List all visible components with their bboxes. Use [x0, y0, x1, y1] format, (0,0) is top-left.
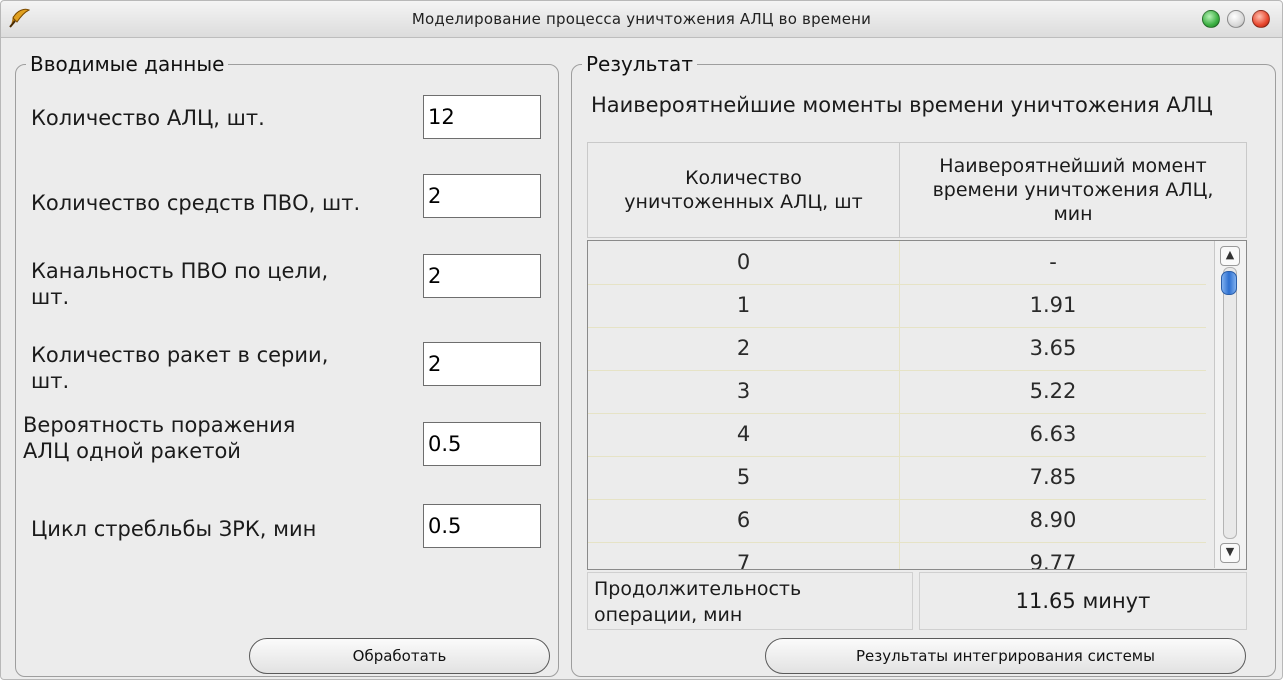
integration-results-button[interactable]: Результаты интегрирования системы — [765, 638, 1246, 674]
cell-count: 5 — [588, 456, 900, 499]
cell-count: 1 — [588, 284, 900, 327]
fire-cycle-label: Цикл стребльбы ЗРК, мин — [31, 517, 317, 541]
column-header-time-line1: Наивероятнейший момент — [939, 155, 1207, 177]
title-bar[interactable]: Моделирование процесса уничтожения АЛЦ в… — [1, 1, 1282, 38]
cell-time: 3.65 — [1029, 336, 1077, 360]
channel-capacity-label: Канальность ПВО по цели, шт. — [31, 258, 328, 310]
missiles-per-salvo-label-line2: шт. — [31, 369, 70, 393]
kill-probability-input[interactable] — [423, 422, 541, 466]
results-table[interactable]: 0 - 1 1.91 2 3.65 3 5.22 4 6.63 5 7.85 6… — [587, 240, 1247, 570]
cell-count: 2 — [588, 327, 900, 370]
window-title: Моделирование процесса уничтожения АЛЦ в… — [411, 10, 872, 28]
cell-time: 5.22 — [1029, 379, 1077, 403]
table-row[interactable]: 2 3.65 — [588, 327, 1206, 371]
minimize-button[interactable] — [1227, 10, 1245, 28]
table-row[interactable]: 0 - — [588, 241, 1206, 285]
table-row[interactable]: 7 9.77 — [588, 542, 1206, 570]
cell-count: 0 — [588, 241, 900, 284]
scrollbar-track[interactable] — [1223, 267, 1237, 539]
table-row[interactable]: 5 7.85 — [588, 456, 1206, 500]
results-heading: Наивероятнейшие моменты времени уничтоже… — [591, 93, 1213, 117]
column-header-time-line2: времени уничтожения АЛЦ, — [932, 179, 1214, 201]
scroll-down-arrow-icon[interactable]: ▼ — [1220, 543, 1240, 563]
table-row[interactable]: 4 6.63 — [588, 413, 1206, 457]
table-row[interactable]: 1 1.91 — [588, 284, 1206, 328]
input-group-title: Вводимые данные — [26, 51, 229, 77]
missiles-per-salvo-label-line1: Количество ракет в серии, — [31, 343, 329, 367]
channel-capacity-input[interactable] — [423, 254, 541, 298]
operation-duration-label-line2: операции, мин — [594, 604, 743, 626]
column-header-time[interactable]: Наивероятнейший момент времени уничтожен… — [900, 143, 1246, 237]
process-button[interactable]: Обработать — [249, 638, 550, 674]
column-header-count-line1: Количество — [685, 167, 802, 189]
cell-time: 9.77 — [1029, 551, 1077, 570]
cell-time: 8.90 — [1029, 508, 1077, 532]
main-window: Моделирование процесса уничтожения АЛЦ в… — [0, 0, 1283, 680]
maximize-button[interactable] — [1202, 10, 1220, 28]
column-header-count-line2: уничтоженных АЛЦ, шт — [624, 191, 863, 213]
aircraft-count-input[interactable] — [423, 95, 541, 139]
channel-capacity-label-line2: шт. — [31, 285, 70, 309]
table-row[interactable]: 6 8.90 — [588, 499, 1206, 543]
scroll-up-arrow-icon[interactable]: ▲ — [1220, 246, 1240, 266]
operation-duration-value: 11.65 минут — [919, 572, 1247, 630]
kill-probability-label-line2: АЛЦ одной ракетой — [23, 439, 241, 463]
operation-duration-label-line1: Продолжительность — [594, 578, 802, 600]
scrollbar-thumb[interactable] — [1221, 271, 1237, 295]
cell-count: 6 — [588, 499, 900, 542]
aircraft-count-label: Количество АЛЦ, шт. — [31, 106, 265, 130]
cell-time: - — [1049, 250, 1057, 274]
results-table-header: Количество уничтоженных АЛЦ, шт Наивероя… — [587, 142, 1247, 238]
table-row[interactable]: 3 5.22 — [588, 370, 1206, 414]
channel-capacity-label-line1: Канальность ПВО по цели, — [31, 259, 329, 283]
cell-time: 1.91 — [1029, 293, 1077, 317]
kill-probability-label-line1: Вероятность поражения — [23, 413, 296, 437]
missiles-per-salvo-label: Количество ракет в серии, шт. — [31, 342, 328, 394]
cell-count: 4 — [588, 413, 900, 456]
cell-count: 7 — [588, 542, 900, 569]
table-scrollbar[interactable]: ▲ ▼ — [1214, 241, 1246, 568]
close-button[interactable] — [1252, 10, 1270, 28]
missiles-per-salvo-input[interactable] — [423, 342, 541, 386]
cell-time: 7.85 — [1029, 465, 1077, 489]
kill-probability-label: Вероятность поражения АЛЦ одной ракетой — [23, 412, 295, 464]
cell-time: 6.63 — [1029, 422, 1077, 446]
air-defense-count-label: Количество средств ПВО, шт. — [31, 191, 361, 215]
air-defense-count-input[interactable] — [423, 174, 541, 218]
fire-cycle-input[interactable] — [423, 504, 541, 548]
operation-duration-label: Продолжительность операции, мин — [587, 572, 913, 630]
results-group-title: Результат — [582, 51, 697, 77]
cell-count: 3 — [588, 370, 900, 413]
column-header-count[interactable]: Количество уничтоженных АЛЦ, шт — [588, 143, 900, 237]
column-header-time-line3: мин — [1053, 203, 1093, 225]
